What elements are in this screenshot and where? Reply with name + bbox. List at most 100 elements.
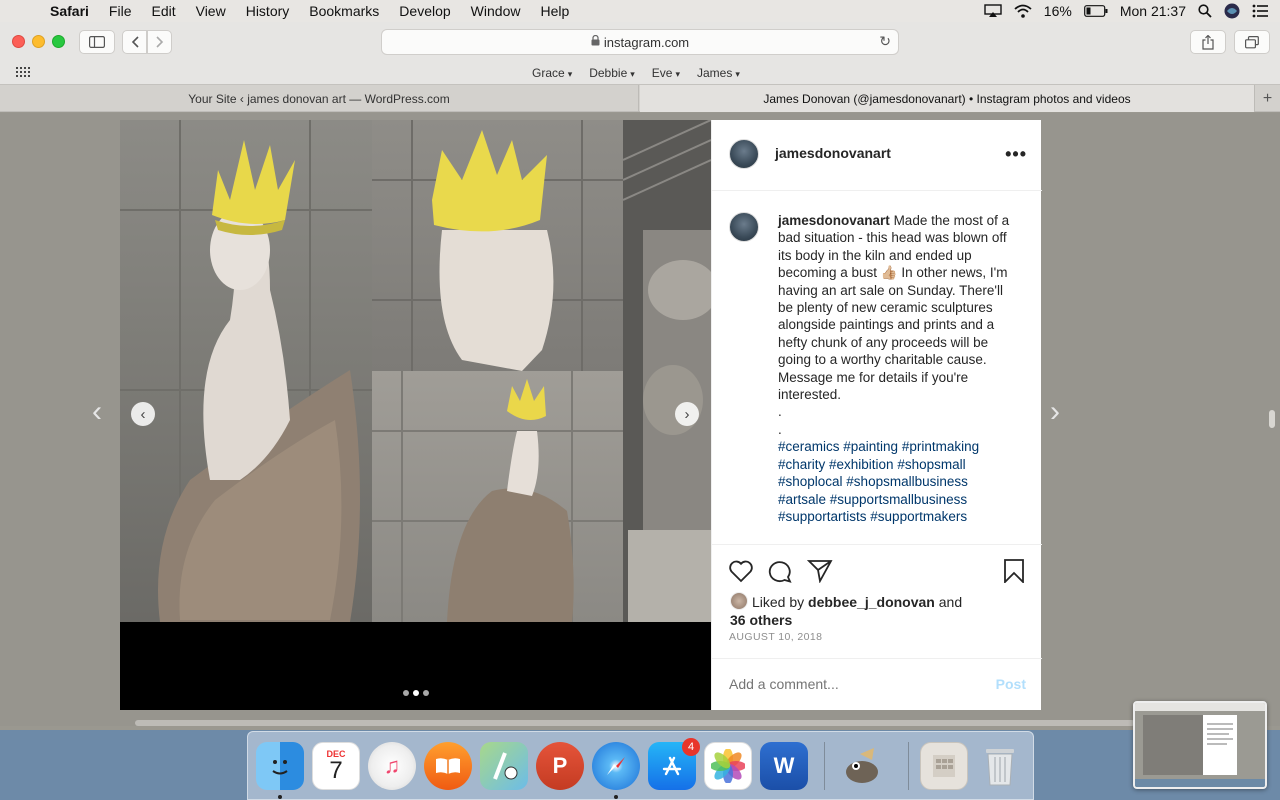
menu-edit[interactable]: Edit bbox=[141, 3, 185, 19]
avatar[interactable] bbox=[729, 139, 759, 169]
tab-instagram[interactable]: James Donovan (@jamesdonovanart) • Insta… bbox=[640, 85, 1254, 112]
post-caption: jamesdonovanart Made the most of a bad s… bbox=[778, 212, 1018, 525]
word-icon[interactable]: W bbox=[760, 742, 808, 790]
photos-icon[interactable] bbox=[704, 742, 752, 790]
books-icon[interactable] bbox=[424, 742, 472, 790]
screenshot-thumbnail[interactable] bbox=[1133, 701, 1267, 789]
powerpoint-icon[interactable]: P bbox=[536, 742, 584, 790]
like-heart-icon[interactable] bbox=[728, 559, 754, 588]
airplay-icon[interactable] bbox=[984, 4, 1002, 18]
tab-overview-button[interactable] bbox=[1234, 30, 1270, 54]
kiln-photo bbox=[623, 120, 711, 622]
reload-icon[interactable]: ↻ bbox=[879, 33, 891, 50]
carousel-next-button[interactable]: › bbox=[675, 402, 699, 426]
bookmark-folder-james[interactable]: James ▾ bbox=[697, 66, 740, 80]
minimize-window-button[interactable] bbox=[32, 35, 45, 48]
tab-overview-icon bbox=[1245, 35, 1259, 48]
dock-separator bbox=[824, 742, 825, 790]
gimp-icon[interactable] bbox=[838, 742, 886, 790]
vertical-scrollbar[interactable] bbox=[1269, 410, 1275, 428]
safari-toolbar: instagram.com ↻ bbox=[0, 22, 1280, 62]
close-window-button[interactable] bbox=[12, 35, 25, 48]
menu-history[interactable]: History bbox=[236, 3, 300, 19]
chevron-left-icon bbox=[131, 36, 139, 48]
post-actions: Liked by debbee_j_donovan and 36 others … bbox=[712, 544, 1042, 710]
menu-window[interactable]: Window bbox=[461, 3, 531, 19]
bookmark-save-icon[interactable] bbox=[1003, 559, 1025, 588]
running-indicator bbox=[614, 795, 618, 799]
caption-text: Made the most of a bad situation - this … bbox=[778, 213, 1010, 403]
likes-summary: Liked by debbee_j_donovan and 36 others bbox=[730, 592, 963, 628]
favorites-bar: Grace ▾ Debbie ▾ Eve ▾ James ▾ bbox=[0, 62, 1280, 84]
caption-username[interactable]: jamesdonovanart bbox=[778, 213, 890, 228]
notification-center-icon[interactable] bbox=[1252, 4, 1268, 18]
more-options-icon[interactable]: ••• bbox=[1005, 144, 1027, 165]
share-button[interactable] bbox=[1190, 30, 1226, 54]
siri-icon[interactable] bbox=[1224, 3, 1240, 19]
instagram-page: ‹ › ‹ › jamesdonovanart ••• jamesdonovan… bbox=[0, 113, 1280, 726]
chevron-down-icon: ▾ bbox=[735, 69, 740, 79]
post-comment-button[interactable]: Post bbox=[996, 676, 1026, 692]
dock: DEC 7 ♫ P 4 W bbox=[247, 731, 1034, 800]
post-username[interactable]: jamesdonovanart bbox=[775, 145, 891, 161]
app-store-icon[interactable]: 4 bbox=[648, 738, 700, 790]
comment-icon[interactable] bbox=[767, 559, 793, 588]
tab-wordpress[interactable]: Your Site ‹ james donovan art — WordPres… bbox=[0, 85, 639, 112]
bookmark-folder-debbie[interactable]: Debbie ▾ bbox=[589, 66, 635, 80]
post-modal: ‹ › jamesdonovanart ••• jamesdonovanart … bbox=[120, 120, 1042, 710]
lock-icon bbox=[591, 34, 600, 49]
menu-app-name[interactable]: Safari bbox=[40, 3, 99, 19]
share-direct-icon[interactable] bbox=[806, 559, 833, 588]
url-text: instagram.com bbox=[603, 34, 690, 50]
chevron-down-icon: ▾ bbox=[675, 69, 680, 79]
back-button[interactable] bbox=[122, 30, 147, 54]
caption-main: jamesdonovanart Made the most of a bad s… bbox=[778, 212, 1018, 403]
battery-icon[interactable] bbox=[1083, 5, 1108, 17]
sculpture-photo-full bbox=[120, 120, 372, 622]
calendar-icon[interactable]: DEC 7 bbox=[312, 742, 360, 790]
post-date[interactable]: AUGUST 10, 2018 bbox=[729, 631, 822, 643]
carousel-dot-active[interactable] bbox=[413, 690, 419, 696]
music-icon[interactable]: ♫ bbox=[368, 742, 416, 790]
liked-others-link[interactable]: 36 others bbox=[730, 612, 792, 628]
menu-view[interactable]: View bbox=[186, 3, 236, 19]
menu-develop[interactable]: Develop bbox=[389, 3, 460, 19]
fullscreen-window-button[interactable] bbox=[52, 35, 65, 48]
sidebar-toggle-button[interactable] bbox=[79, 30, 115, 54]
next-post-arrow[interactable]: › bbox=[1050, 395, 1060, 429]
comments-scroll-area[interactable]: jamesdonovanart Made the most of a bad s… bbox=[712, 192, 1042, 544]
bookmark-folder-grace[interactable]: Grace ▾ bbox=[532, 66, 572, 80]
menu-help[interactable]: Help bbox=[530, 3, 579, 19]
menu-bookmarks[interactable]: Bookmarks bbox=[299, 3, 389, 19]
tab-bar: Your Site ‹ james donovan art — WordPres… bbox=[0, 84, 1280, 112]
favorites-grid-icon[interactable] bbox=[16, 67, 30, 80]
clock[interactable]: Mon 21:37 bbox=[1120, 3, 1186, 19]
avatar[interactable] bbox=[729, 212, 759, 242]
post-media-carousel[interactable]: ‹ › bbox=[120, 120, 711, 710]
new-tab-button[interactable]: + bbox=[1254, 85, 1280, 112]
app-store-badge: 4 bbox=[682, 738, 700, 756]
safari-icon[interactable] bbox=[592, 742, 640, 790]
trash-icon[interactable] bbox=[976, 742, 1024, 790]
sidebar-icon bbox=[89, 36, 105, 48]
comment-input[interactable] bbox=[729, 676, 969, 692]
avatar[interactable] bbox=[730, 592, 748, 610]
dock-separator bbox=[908, 742, 909, 790]
carousel-dot[interactable] bbox=[403, 690, 409, 696]
wifi-icon[interactable] bbox=[1014, 4, 1032, 18]
menu-file[interactable]: File bbox=[99, 3, 142, 19]
horizontal-scrollbar[interactable] bbox=[135, 720, 1135, 726]
maps-icon[interactable] bbox=[480, 742, 528, 790]
previous-post-arrow[interactable]: ‹ bbox=[92, 395, 102, 429]
finder-icon[interactable] bbox=[256, 742, 304, 790]
forward-button[interactable] bbox=[147, 30, 172, 54]
sculpture-photo-head bbox=[372, 120, 623, 371]
address-bar[interactable]: instagram.com ↻ bbox=[381, 29, 899, 55]
carousel-dot[interactable] bbox=[423, 690, 429, 696]
bookmark-folder-eve[interactable]: Eve ▾ bbox=[652, 66, 680, 80]
downloads-stack-icon[interactable] bbox=[920, 742, 968, 790]
carousel-prev-button[interactable]: ‹ bbox=[131, 402, 155, 426]
spotlight-search-icon[interactable] bbox=[1198, 4, 1212, 18]
liked-by-username[interactable]: debbee_j_donovan bbox=[808, 594, 935, 610]
caption-hashtags[interactable]: #ceramics #painting #printmaking #charit… bbox=[778, 438, 1018, 525]
